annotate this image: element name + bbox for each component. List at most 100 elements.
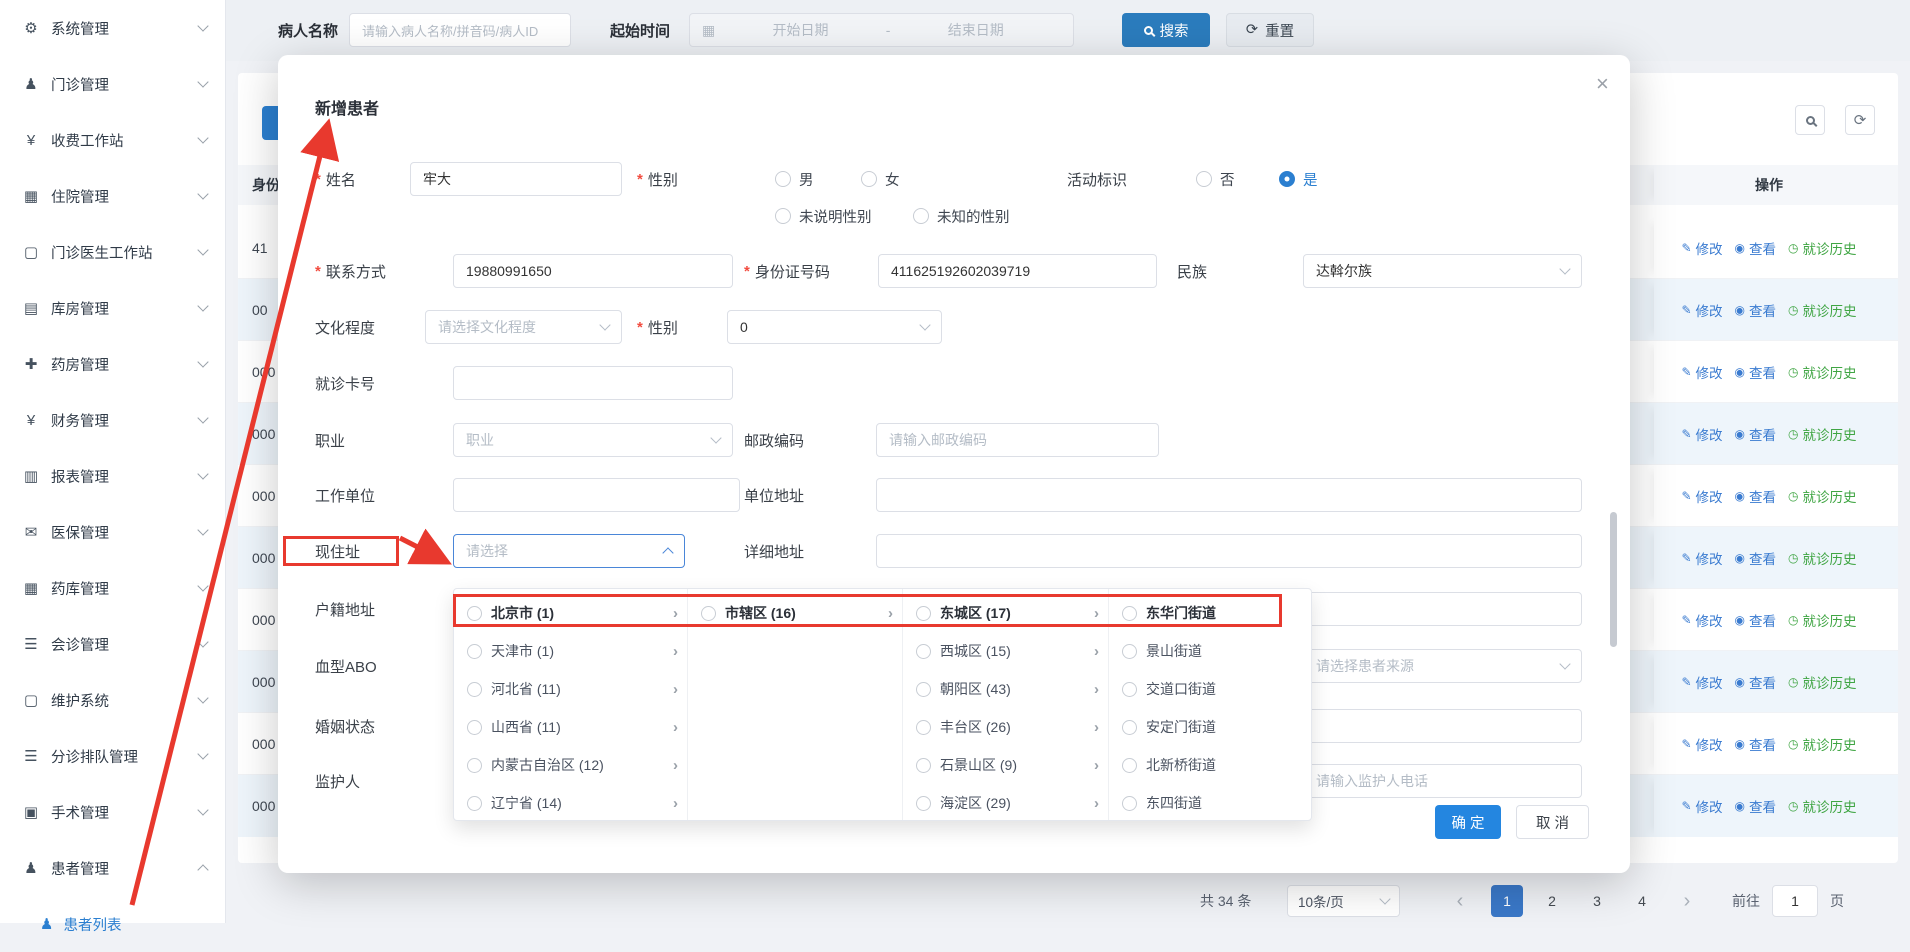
sidebar-item-insurance[interactable]: ✉ 医保管理 bbox=[0, 504, 225, 560]
cascader-option[interactable]: 辽宁省 (14)› bbox=[454, 784, 687, 822]
sidebar-item-surgery[interactable]: ▣ 手术管理 bbox=[0, 784, 225, 840]
modify-link[interactable]: ✎修改 bbox=[1681, 672, 1722, 692]
gender-radio-male[interactable]: 男 bbox=[775, 162, 814, 196]
visit-history-link[interactable]: ◷就诊历史 bbox=[1788, 548, 1856, 568]
modify-link[interactable]: ✎修改 bbox=[1681, 548, 1722, 568]
visit-history-link[interactable]: ◷就诊历史 bbox=[1788, 238, 1856, 258]
cascader-option[interactable]: 东华门街道 bbox=[1109, 594, 1313, 632]
cascader-option[interactable]: 内蒙古自治区 (12)› bbox=[454, 746, 687, 784]
marital-status-input[interactable] bbox=[1303, 709, 1582, 743]
view-link[interactable]: ◉查看 bbox=[1735, 300, 1776, 320]
active-flag-radio-yes[interactable]: 是 bbox=[1279, 162, 1318, 196]
sidebar-item-patient-mgmt[interactable]: ♟ 患者管理 bbox=[0, 840, 225, 896]
view-link[interactable]: ◉查看 bbox=[1735, 548, 1776, 568]
guardian-phone-input[interactable]: 请输入监护人电话 bbox=[1303, 764, 1582, 798]
visit-history-link[interactable]: ◷就诊历史 bbox=[1788, 300, 1856, 320]
cascader-option[interactable]: 河北省 (11)› bbox=[454, 670, 687, 708]
cascader-option[interactable]: 交道口街道 bbox=[1109, 670, 1313, 708]
active-flag-radio-no[interactable]: 否 bbox=[1196, 162, 1235, 196]
sidebar-item-report[interactable]: ▥ 报表管理 bbox=[0, 448, 225, 504]
sidebar-item-drugstore[interactable]: ▦ 药库管理 bbox=[0, 560, 225, 616]
sidebar-item-finance[interactable]: ¥ 财务管理 bbox=[0, 392, 225, 448]
view-link[interactable]: ◉查看 bbox=[1735, 734, 1776, 754]
page-button-2[interactable]: 2 bbox=[1536, 885, 1568, 917]
visit-history-link[interactable]: ◷就诊历史 bbox=[1788, 672, 1856, 692]
sidebar-item-maintenance[interactable]: ▢ 维护系统 bbox=[0, 672, 225, 728]
visit-history-link[interactable]: ◷就诊历史 bbox=[1788, 610, 1856, 630]
cascader-option[interactable]: 景山街道 bbox=[1109, 632, 1313, 670]
patient-name-input[interactable]: 请输入病人名称/拼音码/病人ID bbox=[349, 13, 571, 47]
modify-link[interactable]: ✎修改 bbox=[1681, 486, 1722, 506]
table-search-button[interactable] bbox=[1795, 105, 1825, 135]
sidebar-item-system[interactable]: ⚙ 系统管理 bbox=[0, 0, 225, 56]
prev-page-button[interactable]: ‹ bbox=[1444, 885, 1476, 917]
page-button-4[interactable]: 4 bbox=[1626, 885, 1658, 917]
goto-page-input[interactable]: 1 bbox=[1772, 885, 1818, 917]
cascader-option[interactable]: 市辖区 (16)› bbox=[688, 594, 902, 632]
modify-link[interactable]: ✎修改 bbox=[1681, 734, 1722, 754]
page-size-select[interactable]: 10条/页 bbox=[1287, 885, 1400, 917]
gender-radio-unknown[interactable]: 未知的性别 bbox=[913, 199, 1010, 233]
ethnicity-select[interactable]: 达斡尔族 bbox=[1303, 254, 1582, 288]
id-number-input[interactable]: 411625192602039719 bbox=[878, 254, 1157, 288]
visit-history-link[interactable]: ◷就诊历史 bbox=[1788, 734, 1856, 754]
cascader-option[interactable]: 西城区 (15)› bbox=[903, 632, 1108, 670]
cascader-option[interactable]: 北新桥街道 bbox=[1109, 746, 1313, 784]
modify-link[interactable]: ✎修改 bbox=[1681, 238, 1722, 258]
table-refresh-button[interactable]: ⟳ bbox=[1845, 105, 1875, 135]
page-button-3[interactable]: 3 bbox=[1581, 885, 1613, 917]
cascader-option[interactable]: 天津市 (1)› bbox=[454, 632, 687, 670]
sidebar-item-patient-list[interactable]: ♟ 患者列表 bbox=[0, 896, 225, 952]
sidebar-item-consultation[interactable]: ☰ 会诊管理 bbox=[0, 616, 225, 672]
cascader-option[interactable]: 安定门街道 bbox=[1109, 708, 1313, 746]
modify-link[interactable]: ✎修改 bbox=[1681, 796, 1722, 816]
confirm-button[interactable]: 确 定 bbox=[1435, 805, 1501, 839]
cascader-option[interactable]: 海淀区 (29)› bbox=[903, 784, 1108, 822]
visit-history-link[interactable]: ◷就诊历史 bbox=[1788, 424, 1856, 444]
cascader-option[interactable]: 朝阳区 (43)› bbox=[903, 670, 1108, 708]
contact-input[interactable]: 19880991650 bbox=[453, 254, 733, 288]
modify-link[interactable]: ✎修改 bbox=[1681, 362, 1722, 382]
reset-button[interactable]: ⟳ 重置 bbox=[1226, 13, 1314, 47]
view-link[interactable]: ◉查看 bbox=[1735, 610, 1776, 630]
work-unit-input[interactable] bbox=[453, 478, 740, 512]
view-link[interactable]: ◉查看 bbox=[1735, 796, 1776, 816]
sidebar-item-inpatient[interactable]: ▦ 住院管理 bbox=[0, 168, 225, 224]
page-button-1[interactable]: 1 bbox=[1491, 885, 1523, 917]
detail-address-input[interactable] bbox=[876, 534, 1582, 568]
cascader-option[interactable]: 丰台区 (26)› bbox=[903, 708, 1108, 746]
sidebar-item-pharmacy[interactable]: ✚ 药房管理 bbox=[0, 336, 225, 392]
modal-scrollbar[interactable] bbox=[1610, 512, 1617, 647]
view-link[interactable]: ◉查看 bbox=[1735, 672, 1776, 692]
modify-link[interactable]: ✎修改 bbox=[1681, 424, 1722, 444]
cascader-option[interactable]: 山西省 (11)› bbox=[454, 708, 687, 746]
view-link[interactable]: ◉查看 bbox=[1735, 362, 1776, 382]
visit-card-input[interactable] bbox=[453, 366, 733, 400]
close-icon[interactable]: × bbox=[1596, 71, 1609, 97]
search-button[interactable]: 搜索 bbox=[1122, 13, 1210, 47]
visit-history-link[interactable]: ◷就诊历史 bbox=[1788, 362, 1856, 382]
gender-radio-unstated[interactable]: 未说明性别 bbox=[775, 199, 872, 233]
postal-code-input[interactable]: 请输入邮政编码 bbox=[876, 423, 1159, 457]
patient-source-select[interactable]: 请选择患者来源 bbox=[1303, 649, 1582, 683]
gender-code-select[interactable]: 0 bbox=[727, 310, 942, 344]
modify-link[interactable]: ✎修改 bbox=[1681, 300, 1722, 320]
cancel-button[interactable]: 取 消 bbox=[1516, 805, 1589, 839]
sidebar-item-charging[interactable]: ¥ 收费工作站 bbox=[0, 112, 225, 168]
view-link[interactable]: ◉查看 bbox=[1735, 486, 1776, 506]
sidebar-item-triage-queue[interactable]: ☰ 分诊排队管理 bbox=[0, 728, 225, 784]
sidebar-item-warehouse[interactable]: ▤ 库房管理 bbox=[0, 280, 225, 336]
next-page-button[interactable]: › bbox=[1671, 885, 1703, 917]
visit-history-link[interactable]: ◷就诊历史 bbox=[1788, 796, 1856, 816]
view-link[interactable]: ◉查看 bbox=[1735, 424, 1776, 444]
unit-address-input[interactable] bbox=[876, 478, 1582, 512]
cascader-option[interactable]: 石景山区 (9)› bbox=[903, 746, 1108, 784]
cascader-option[interactable]: 东四街道 bbox=[1109, 784, 1313, 822]
view-link[interactable]: ◉查看 bbox=[1735, 238, 1776, 258]
cascader-option[interactable]: 北京市 (1)› bbox=[454, 594, 687, 632]
occupation-select[interactable]: 职业 bbox=[453, 423, 733, 457]
modify-link[interactable]: ✎修改 bbox=[1681, 610, 1722, 630]
gender-radio-female[interactable]: 女 bbox=[861, 162, 900, 196]
sidebar-item-outpatient[interactable]: ♟ 门诊管理 bbox=[0, 56, 225, 112]
cascader-option[interactable]: 东城区 (17)› bbox=[903, 594, 1108, 632]
